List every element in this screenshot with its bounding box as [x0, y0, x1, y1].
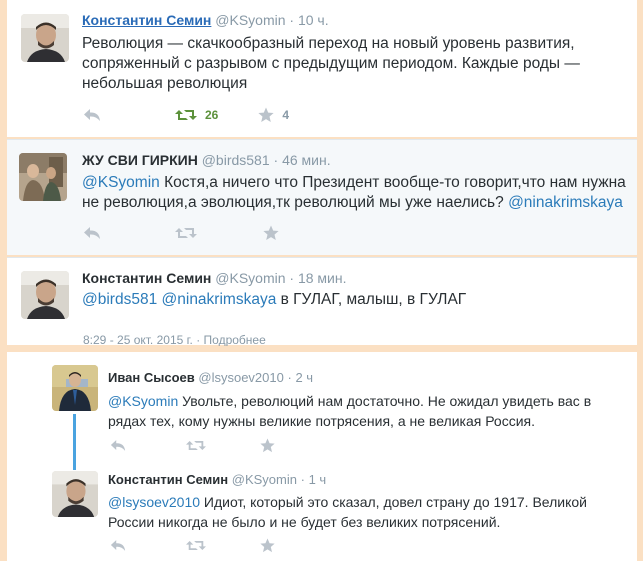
- separator: ·: [289, 12, 295, 28]
- avatar[interactable]: [21, 271, 69, 319]
- avatar[interactable]: [21, 14, 69, 62]
- separator: ·: [300, 472, 305, 487]
- tweet-text-content: в ГУЛАГ, малыш, в ГУЛАГ: [276, 291, 467, 308]
- retweet-button[interactable]: [186, 539, 206, 552]
- reply-button[interactable]: [110, 439, 126, 452]
- retweet-button[interactable]: 26: [175, 108, 218, 122]
- favorite-button[interactable]: 4: [258, 107, 289, 123]
- author-handle[interactable]: @KSyomin: [232, 472, 297, 487]
- conversation-thread: Иван Сысоев @lsysoev2010 · 2 ч @KSyomin …: [7, 352, 637, 561]
- retweet-button[interactable]: [175, 226, 197, 240]
- thread-line: [73, 414, 76, 470]
- avatar[interactable]: [52, 365, 98, 411]
- reply-icon: [84, 227, 100, 239]
- tweet-semin-revolution[interactable]: Константин Семин @KSyomin · 10 ч. Револю…: [7, 0, 637, 137]
- separator: ·: [287, 370, 292, 385]
- tweet-actions: [110, 436, 303, 454]
- author-handle[interactable]: @lsysoev2010: [198, 370, 283, 385]
- retweet-icon: [175, 110, 197, 120]
- favorite-button[interactable]: [263, 225, 279, 241]
- tweet-text: @lsysoev2010 Идиот, который это сказал, …: [108, 492, 608, 532]
- favorite-button[interactable]: [260, 437, 275, 453]
- reply-icon: [84, 109, 100, 121]
- retweet-count: 26: [205, 108, 219, 122]
- timestamp[interactable]: 18 мин.: [298, 270, 347, 286]
- separator: ·: [273, 152, 279, 168]
- favorite-icon: [260, 537, 275, 552]
- reply-button[interactable]: [110, 539, 126, 552]
- tweet-semin-gulag[interactable]: Константин Семин @KSyomin · 18 мин. @bir…: [7, 257, 637, 347]
- tweet-text: Революция — скачкообразный переход на но…: [82, 35, 580, 92]
- tweet-meta-details[interactable]: 8:29 - 25 окт. 2015 г. · Подробнее: [83, 333, 266, 347]
- tweet-actions: 26 4: [83, 106, 317, 124]
- reply-icon: [110, 539, 126, 551]
- favorite-button[interactable]: [260, 537, 275, 553]
- favorite-count: 4: [282, 108, 290, 122]
- separator: ·: [289, 270, 295, 286]
- reply-button[interactable]: [83, 108, 101, 122]
- author-handle[interactable]: @KSyomin: [215, 270, 285, 286]
- mention-link[interactable]: @KSyomin: [82, 174, 160, 191]
- author-name[interactable]: Константин Семин: [108, 472, 228, 487]
- tweet-text: @birds581 @ninakrimskaya в ГУЛАГ, малыш,…: [82, 290, 627, 310]
- top-screenshot-panel: Константин Семин @KSyomin · 10 ч. Револю…: [0, 0, 643, 347]
- mention-link[interactable]: @lsysoev2010: [108, 494, 200, 510]
- mention-link[interactable]: @KSyomin: [108, 393, 178, 409]
- mention-link[interactable]: @ninakrimskaya: [162, 291, 277, 308]
- author-handle[interactable]: @birds581: [202, 152, 270, 168]
- author-name[interactable]: ЖУ СВИ ГИРКИН: [82, 152, 198, 168]
- tweet-actions: [110, 536, 303, 554]
- avatar[interactable]: [19, 153, 67, 201]
- author-handle[interactable]: @KSyomin: [215, 12, 285, 28]
- favorite-icon: [258, 107, 274, 122]
- tweet-girkin-reply[interactable]: ЖУ СВИ ГИРКИН @birds581 · 46 мин. @KSyom…: [7, 139, 637, 255]
- tweet-text-content: Увольте, революций нам достаточно. Не ож…: [108, 393, 592, 429]
- author-name[interactable]: Иван Сысоев: [108, 370, 195, 385]
- favorite-icon: [260, 437, 275, 452]
- mention-link[interactable]: @birds581: [82, 291, 157, 308]
- mention-link[interactable]: @ninakrimskaya: [508, 194, 623, 211]
- tweet-text: @KSyomin Костя,а ничего что Президент во…: [82, 173, 627, 213]
- reply-icon: [110, 439, 126, 451]
- timestamp[interactable]: 2 ч: [295, 370, 313, 385]
- timestamp[interactable]: 46 мин.: [282, 152, 331, 168]
- retweet-icon: [175, 228, 197, 238]
- tweet-text: @KSyomin Увольте, революций нам достаточ…: [108, 391, 608, 431]
- bottom-screenshot-panel: Иван Сысоев @lsysoev2010 · 2 ч @KSyomin …: [0, 346, 643, 561]
- author-name[interactable]: Константин Семин: [82, 12, 211, 28]
- tweet-actions: [83, 224, 307, 242]
- timestamp[interactable]: 10 ч.: [298, 12, 329, 28]
- timestamp[interactable]: 1 ч: [309, 472, 327, 487]
- retweet-icon: [186, 440, 206, 450]
- favorite-icon: [263, 225, 279, 240]
- author-name[interactable]: Константин Семин: [82, 270, 211, 286]
- reply-button[interactable]: [83, 226, 101, 240]
- avatar[interactable]: [52, 471, 98, 517]
- retweet-button[interactable]: [186, 439, 206, 452]
- retweet-icon: [186, 540, 206, 550]
